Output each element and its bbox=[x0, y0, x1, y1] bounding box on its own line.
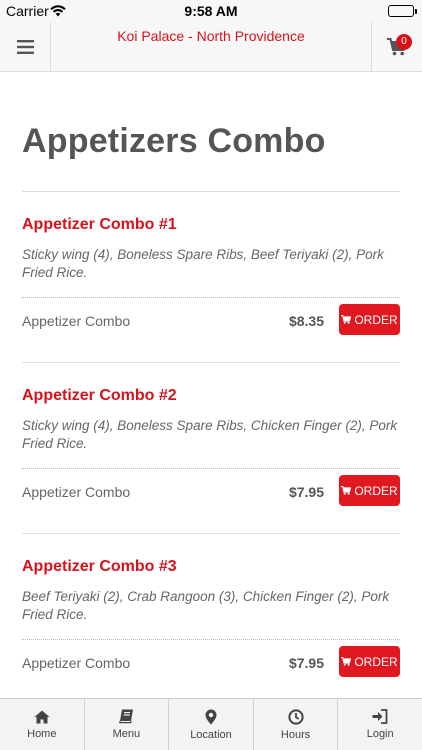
cart-count-badge: 0 bbox=[396, 34, 412, 50]
item-price: $8.35 bbox=[288, 313, 324, 329]
item-description: Beef Teriyaki (2), Crab Rangoon (3), Chi… bbox=[22, 589, 390, 622]
order-button[interactable]: ORDER bbox=[339, 646, 400, 677]
item-description: Sticky wing (4), Boneless Spare Ribs, Ch… bbox=[22, 418, 398, 451]
restaurant-title: Koi Palace - North Providence bbox=[117, 28, 305, 44]
cart-icon bbox=[341, 657, 352, 666]
menu-item: Appetizer Combo #1 Sticky wing (4), Bone… bbox=[22, 192, 400, 363]
item-divider bbox=[22, 297, 400, 298]
hamburger-icon bbox=[16, 40, 34, 54]
bottom-tab-bar: Home Menu Location Hours Login bbox=[0, 698, 422, 750]
menu-content: Appetizers Combo Appetizer Combo #1 Stic… bbox=[22, 72, 400, 705]
item-size-label: Appetizer Combo bbox=[22, 484, 131, 500]
book-icon bbox=[119, 709, 133, 724]
item-name[interactable]: Appetizer Combo #1 bbox=[22, 216, 177, 234]
category-title: Appetizers Combo bbox=[22, 122, 326, 160]
item-size-label: Appetizer Combo bbox=[22, 655, 131, 671]
tab-menu[interactable]: Menu bbox=[85, 699, 170, 750]
tab-label: Hours bbox=[280, 728, 311, 741]
battery-icon bbox=[388, 5, 417, 17]
order-button[interactable]: ORDER bbox=[339, 475, 400, 506]
app-header: Koi Palace - North Providence 0 bbox=[0, 22, 422, 72]
clock-icon bbox=[287, 708, 304, 725]
item-size-label: Appetizer Combo bbox=[22, 313, 131, 329]
order-button-label: ORDER bbox=[354, 312, 398, 327]
item-price: $7.95 bbox=[288, 484, 324, 500]
tab-login[interactable]: Login bbox=[338, 699, 422, 750]
order-button-label: ORDER bbox=[354, 654, 398, 669]
item-divider bbox=[22, 468, 400, 469]
order-button[interactable]: ORDER bbox=[339, 304, 400, 335]
cart-button[interactable]: 0 bbox=[371, 22, 422, 72]
tab-label: Location bbox=[190, 728, 232, 741]
tab-label: Home bbox=[27, 727, 57, 740]
item-divider bbox=[22, 639, 400, 640]
order-button-label: ORDER bbox=[354, 483, 398, 498]
tab-hours[interactable]: Hours bbox=[254, 699, 339, 750]
item-description: Sticky wing (4), Boneless Spare Ribs, Be… bbox=[22, 247, 384, 280]
tab-label: Login bbox=[366, 728, 394, 740]
clock-time: 9:58 AM bbox=[184, 3, 238, 19]
menu-item: Appetizer Combo #2 Sticky wing (4), Bone… bbox=[22, 363, 400, 534]
map-pin-icon bbox=[205, 709, 217, 724]
tab-home[interactable]: Home bbox=[0, 699, 85, 750]
item-name[interactable]: Appetizer Combo #3 bbox=[22, 558, 177, 576]
menu-item: Appetizer Combo #3 Beef Teriyaki (2), Cr… bbox=[22, 534, 400, 705]
item-price: $7.95 bbox=[288, 655, 324, 671]
tab-label: Menu bbox=[112, 728, 141, 740]
cart-icon bbox=[341, 486, 352, 495]
item-name[interactable]: Appetizer Combo #2 bbox=[22, 387, 177, 405]
cart-icon bbox=[341, 315, 352, 324]
hamburger-menu-button[interactable] bbox=[0, 22, 51, 72]
status-bar: Carrier 9:58 AM bbox=[0, 0, 422, 22]
login-icon bbox=[372, 709, 388, 724]
tab-location[interactable]: Location bbox=[169, 699, 254, 750]
home-icon bbox=[34, 710, 50, 723]
